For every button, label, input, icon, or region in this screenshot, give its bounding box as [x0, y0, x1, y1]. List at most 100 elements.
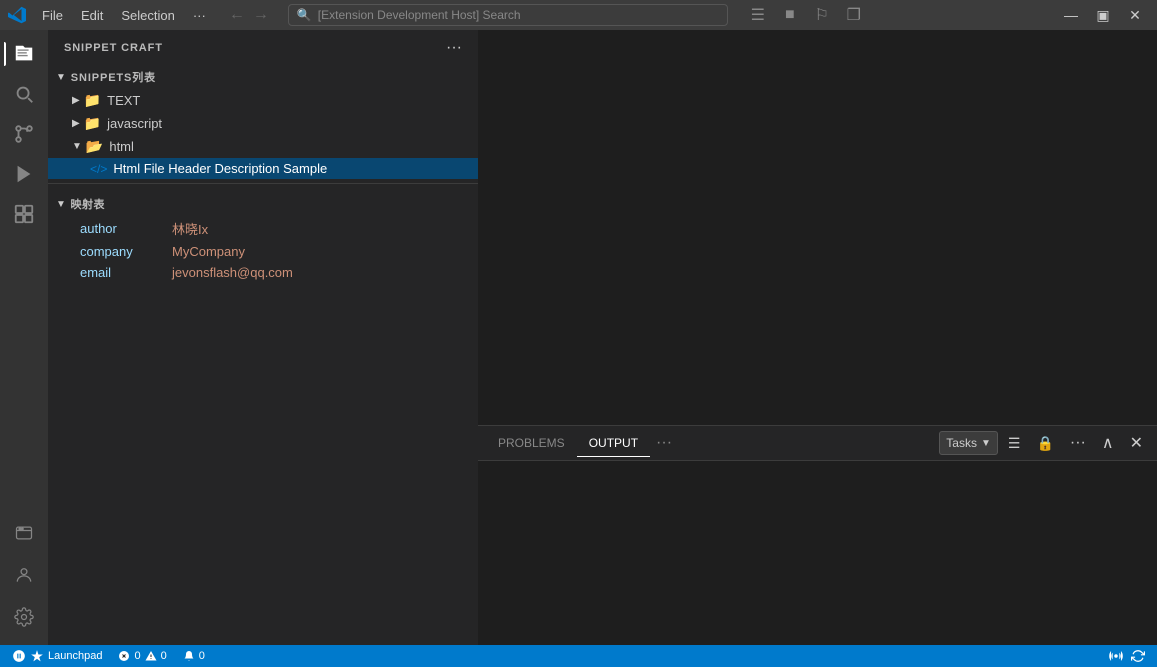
sidebar-more-button[interactable]: ··· [442, 37, 466, 59]
run-debug-activity-icon[interactable] [4, 154, 44, 194]
sidebar-divider [48, 183, 478, 184]
status-bell[interactable]: 0 [179, 645, 209, 667]
maximize-button[interactable]: ▣ [1089, 4, 1117, 26]
search-bar[interactable]: 🔍 [Extension Development Host] Search [288, 4, 728, 26]
main-layout: SNIPPET CRAFT ··· SNIPPETS列表 📁 TEXT 📁 ja [0, 30, 1157, 645]
tab-output[interactable]: OUTPUT [577, 430, 650, 457]
panel-tabs: PROBLEMS OUTPUT ··· Tasks ▼ ☰ 🔒 ··· ∧ ✕ [478, 426, 1157, 461]
explorer-activity-icon[interactable] [4, 34, 44, 74]
search-activity-icon[interactable] [4, 74, 44, 114]
right-area: PROBLEMS OUTPUT ··· Tasks ▼ ☰ 🔒 ··· ∧ ✕ [478, 30, 1157, 645]
panel-more-actions-icon[interactable]: ··· [1064, 432, 1092, 454]
mapping-row-email: email jevonsflash@qq.com [48, 262, 478, 283]
vscode-logo-icon [8, 6, 26, 24]
tree-item-html[interactable]: 📂 html [48, 135, 478, 158]
source-control-icon [13, 123, 35, 145]
status-launchpad[interactable]: Launchpad [8, 645, 106, 667]
minimize-button[interactable]: — [1057, 4, 1085, 26]
account-activity-icon[interactable] [4, 555, 44, 595]
mapping-row-author: author 林晓Ix [48, 216, 478, 241]
remote-activity-icon[interactable] [4, 513, 44, 553]
tree-item-html-header[interactable]: </> Html File Header Description Sample [48, 158, 478, 179]
sidebar-title: SNIPPET CRAFT [64, 42, 163, 54]
tree-item-text[interactable]: 📁 TEXT [48, 89, 478, 112]
sidebar-header: SNIPPET CRAFT ··· [48, 30, 478, 65]
toggle-secondary-sidebar-icon[interactable]: ⚐ [808, 4, 836, 26]
mapping-value-email: jevonsflash@qq.com [172, 265, 293, 280]
search-icon: 🔍 [297, 8, 312, 22]
text-folder-chevron-icon [72, 95, 80, 106]
mapping-key-author: author [80, 221, 160, 236]
sidebar-content: SNIPPETS列表 📁 TEXT 📁 javascript 📂 html [48, 65, 478, 645]
panel-actions: Tasks ▼ ☰ 🔒 ··· ∧ ✕ [939, 431, 1149, 455]
menu-bar: File Edit Selection ··· [34, 6, 214, 25]
panel-content [478, 461, 1157, 645]
html-file-icon: </> [90, 162, 107, 176]
html-folder-chevron-icon [72, 141, 82, 152]
tree-item-javascript[interactable]: 📁 javascript [48, 112, 478, 135]
status-errors[interactable]: 0 0 [114, 645, 170, 667]
snippets-chevron-icon [56, 72, 67, 83]
warning-count: 0 [161, 650, 167, 662]
mapping-key-company: company [80, 244, 160, 259]
settings-activity-icon[interactable] [4, 597, 44, 637]
activity-bar [0, 30, 48, 645]
files-icon [13, 43, 35, 65]
warning-status-icon [145, 650, 157, 662]
lock-output-icon[interactable]: 🔒 [1030, 433, 1059, 454]
nav-arrows: ← → [226, 6, 272, 24]
mapping-value-company: MyCompany [172, 244, 245, 259]
remote-status-icon [12, 649, 26, 663]
launchpad-label: Launchpad [48, 650, 102, 662]
panel-more-button[interactable]: ··· [650, 434, 678, 452]
mapping-section-header[interactable]: 映射表 [48, 192, 478, 216]
mapping-key-email: email [80, 265, 160, 280]
mapping-section-label: 映射表 [70, 196, 105, 212]
window-controls: — ▣ ✕ [1057, 4, 1149, 26]
menu-more[interactable]: ··· [185, 6, 214, 25]
broadcast-icon [1109, 649, 1123, 663]
js-folder-icon: 📁 [84, 115, 101, 132]
html-folder-icon: 📂 [86, 138, 103, 155]
status-broadcast-icon[interactable] [1105, 649, 1127, 663]
tree-item-html-label: html [109, 139, 134, 154]
activity-bottom [4, 513, 44, 645]
tasks-dropdown-chevron-icon: ▼ [981, 438, 991, 449]
status-bar: Launchpad 0 0 0 [0, 645, 1157, 667]
panel-collapse-icon[interactable]: ∧ [1096, 431, 1120, 455]
menu-selection[interactable]: Selection [113, 6, 182, 25]
tasks-dropdown-label: Tasks [946, 436, 977, 450]
tab-problems[interactable]: PROBLEMS [486, 430, 577, 457]
layout-icon[interactable]: ❐ [840, 4, 868, 26]
close-button[interactable]: ✕ [1121, 4, 1149, 26]
search-placeholder: [Extension Development Host] Search [318, 8, 521, 22]
status-sync-icon[interactable] [1127, 649, 1149, 663]
toggle-sidebar-icon[interactable]: ☰ [744, 4, 772, 26]
sidebar: SNIPPET CRAFT ··· SNIPPETS列表 📁 TEXT 📁 ja [48, 30, 478, 645]
tree-item-html-header-label: Html File Header Description Sample [113, 161, 327, 176]
launchpad-icon [30, 649, 44, 663]
tree-item-text-label: TEXT [107, 93, 140, 108]
javascript-folder-chevron-icon [72, 118, 80, 129]
clear-output-icon[interactable]: ☰ [1002, 433, 1027, 454]
extensions-activity-icon[interactable] [4, 194, 44, 234]
mapping-chevron-icon [56, 199, 66, 210]
nav-back-icon[interactable]: ← [226, 6, 248, 24]
source-control-activity-icon[interactable] [4, 114, 44, 154]
mapping-row-company: company MyCompany [48, 241, 478, 262]
status-right [1105, 649, 1149, 663]
extensions-icon [13, 203, 35, 225]
toggle-panel-icon[interactable]: ■ [776, 4, 804, 26]
snippets-section-label: SNIPPETS列表 [71, 69, 156, 85]
mapping-section: 映射表 author 林晓Ix company MyCompany email … [48, 188, 478, 287]
menu-file[interactable]: File [34, 6, 71, 25]
run-icon [13, 163, 35, 185]
tasks-dropdown[interactable]: Tasks ▼ [939, 431, 998, 455]
error-status-icon [118, 650, 130, 662]
menu-edit[interactable]: Edit [73, 6, 111, 25]
panel-close-icon[interactable]: ✕ [1124, 431, 1149, 455]
nav-forward-icon[interactable]: → [250, 6, 272, 24]
account-icon [14, 565, 34, 585]
snippets-section-header[interactable]: SNIPPETS列表 [48, 65, 478, 89]
editor-area [478, 30, 1157, 425]
